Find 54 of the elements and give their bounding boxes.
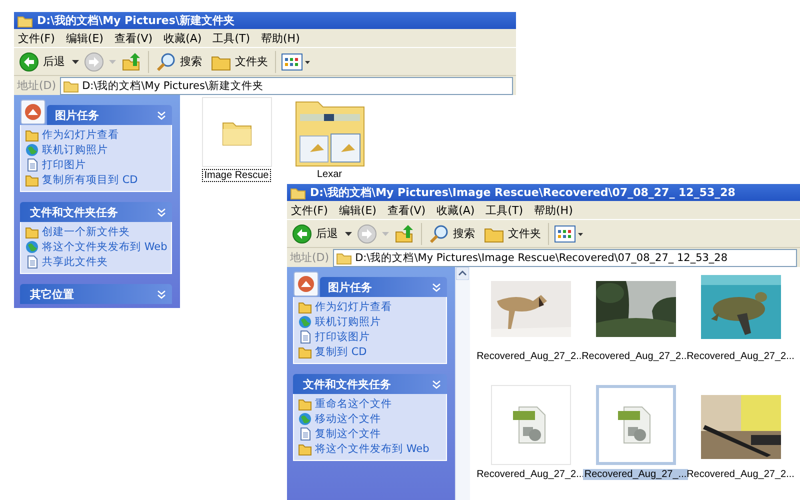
group-title: 图片任务 <box>328 280 373 294</box>
file-name[interactable]: Recovered_Aug_27_... <box>583 469 688 480</box>
group-title: 其它位置 <box>30 286 75 302</box>
group-header[interactable]: 文件和文件夹任务 <box>20 202 172 222</box>
file-name[interactable]: Recovered_Aug_27_2... <box>476 469 586 480</box>
task-link[interactable]: 作为幻灯片查看 <box>315 300 392 314</box>
task-link[interactable]: 共享此文件夹 <box>42 255 108 269</box>
menu-item[interactable]: 编辑(E) <box>338 202 376 218</box>
group-header[interactable]: 其它位置 <box>20 284 172 304</box>
search-button[interactable]: 搜索 <box>427 224 477 244</box>
menu-item[interactable]: 查看(V) <box>387 202 426 218</box>
address-field[interactable]: D:\我的文档\My Pictures\新建文件夹 <box>60 76 513 94</box>
task-link[interactable]: 复制所有项目到 CD <box>42 173 138 187</box>
address-label: 地址(D) <box>17 78 56 93</box>
file-name[interactable]: Lexar <box>316 169 343 180</box>
address-field[interactable]: D:\我的文档\My Pictures\Image Rescue\Recovered\07_08_27_ 12_53_28 <box>333 248 797 266</box>
task-link[interactable]: 将这个文件发布到 Web <box>315 442 430 456</box>
folders-button[interactable]: 文件夹 <box>482 224 543 242</box>
menu-item[interactable]: 工具(T) <box>486 202 523 218</box>
task-link[interactable]: 复制到 CD <box>315 345 367 359</box>
menu-item[interactable]: 帮助(H) <box>261 30 300 46</box>
group-header[interactable]: 文件和文件夹任务 <box>293 374 447 394</box>
window-title: D:\我的文档\My Pictures\Image Rescue\Recovered\07_08_27_ 12_53_28 <box>310 185 736 200</box>
task-link[interactable]: 联机订购照片 <box>315 315 381 329</box>
group-title: 文件和文件夹任务 <box>30 204 119 220</box>
menu-item[interactable]: 收藏(A) <box>436 202 475 218</box>
address-label: 地址(D) <box>290 250 330 265</box>
search-button[interactable]: 搜索 <box>154 52 204 72</box>
task-link[interactable]: 重命名这个文件 <box>315 397 392 411</box>
file-name[interactable]: Recovered_Aug_27_2... <box>686 469 796 480</box>
group-header[interactable]: 图片任务 <box>47 105 172 125</box>
task-link[interactable]: 复制这个文件 <box>315 427 381 441</box>
task-link[interactable]: 联机订购照片 <box>42 143 108 157</box>
task-link[interactable]: 将这个文件夹发布到 Web <box>42 240 168 254</box>
window-title: D:\我的文档\My Pictures\新建文件夹 <box>37 13 234 28</box>
file-name[interactable]: Image Rescue <box>202 169 271 182</box>
menu-item[interactable]: 工具(T) <box>212 30 250 46</box>
menu-item[interactable]: 帮助(H) <box>534 202 573 218</box>
menu-item[interactable]: 文件(F) <box>291 202 328 218</box>
task-link[interactable]: 打印该图片 <box>315 330 370 344</box>
group-title: 图片任务 <box>55 108 100 122</box>
task-link[interactable]: 创建一个新文件夹 <box>42 225 130 239</box>
back-button[interactable]: 后退 <box>290 224 340 244</box>
group-title: 文件和文件夹任务 <box>303 376 392 392</box>
folders-button[interactable]: 文件夹 <box>209 52 270 70</box>
task-link[interactable]: 打印图片 <box>42 158 86 172</box>
task-link[interactable]: 移动这个文件 <box>315 412 381 426</box>
task-link[interactable]: 作为幻灯片查看 <box>42 128 119 142</box>
menu-item[interactable]: 文件(F) <box>18 30 55 46</box>
menu-item[interactable]: 编辑(E) <box>66 30 104 46</box>
menu-item[interactable]: 收藏(A) <box>164 30 202 46</box>
back-button[interactable]: 后退 <box>17 52 67 72</box>
group-header[interactable]: 图片任务 <box>320 277 447 297</box>
menu-item[interactable]: 查看(V) <box>114 30 153 46</box>
